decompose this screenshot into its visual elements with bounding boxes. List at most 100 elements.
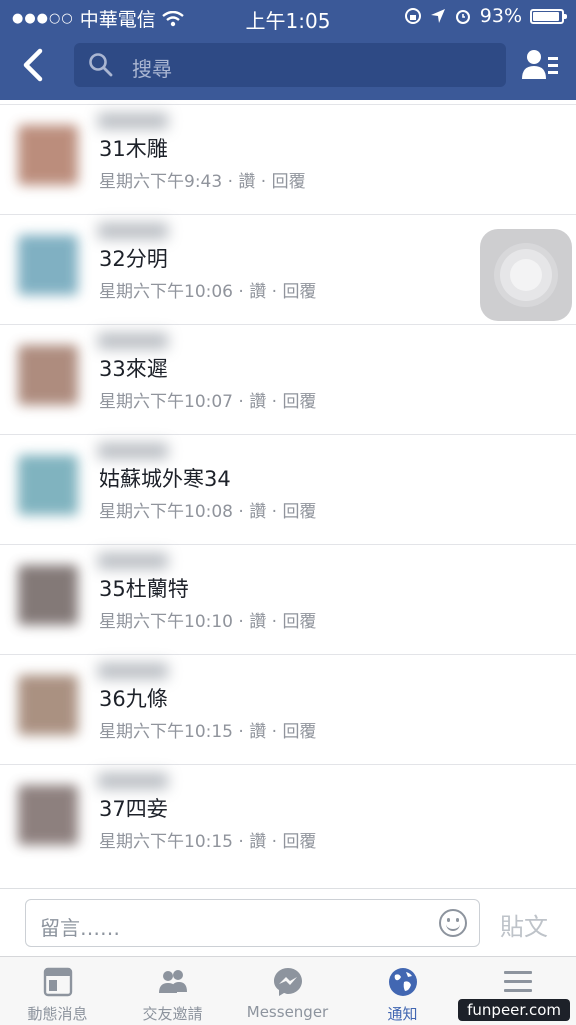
app-header: ●●●○○ 中華電信 上午1:05 93% 搜尋 xyxy=(0,0,576,100)
contacts-icon xyxy=(522,50,558,79)
tab-label: 交友邀請 xyxy=(142,1005,203,1023)
battery-icon xyxy=(530,8,567,24)
dot-separator: · xyxy=(266,392,283,412)
like-link[interactable]: 讚 xyxy=(238,172,255,192)
comment-text: 35杜蘭特 xyxy=(99,577,189,601)
reply-link[interactable]: 回覆 xyxy=(282,722,316,742)
reply-link[interactable]: 回覆 xyxy=(282,502,316,522)
comment-text: 37四妾 xyxy=(99,797,168,821)
dot-separator: · xyxy=(233,392,250,412)
avatar[interactable] xyxy=(18,125,78,185)
commenter-name-blurred[interactable] xyxy=(98,663,168,679)
search-bar[interactable]: 搜尋 xyxy=(74,43,506,87)
post-button[interactable]: 貼文 xyxy=(500,907,548,942)
reply-link[interactable]: 回覆 xyxy=(282,392,316,412)
dot-separator: · xyxy=(233,722,250,742)
avatar[interactable] xyxy=(18,345,78,405)
dot-separator: · xyxy=(222,172,239,192)
like-link[interactable]: 讚 xyxy=(249,832,266,852)
comment-timestamp: 星期六下午10:10 xyxy=(99,612,233,632)
avatar[interactable] xyxy=(18,675,78,735)
commenter-name-blurred[interactable] xyxy=(98,773,168,789)
tab-friend-requests[interactable]: 交友邀請 xyxy=(115,957,230,1025)
comment-text: 31木雕 xyxy=(99,137,168,161)
comment-row[interactable]: 姑蘇城外寒34 星期六下午10:08 · 讚 · 回覆 xyxy=(0,434,576,545)
watermark: funpeer.com xyxy=(458,999,570,1021)
reply-link[interactable]: 回覆 xyxy=(282,282,316,302)
comment-row[interactable]: 36九條星期六下午10:15 · 讚 · 回覆 xyxy=(0,654,576,765)
like-link[interactable]: 讚 xyxy=(249,612,266,632)
comment-timestamp: 星期六下午10:06 xyxy=(99,282,233,302)
reply-link[interactable]: 回覆 xyxy=(272,172,306,192)
comment-input[interactable]: 留言…… xyxy=(25,899,480,947)
tab-label: 動態消息 xyxy=(27,1005,88,1023)
commenter-name-blurred[interactable] xyxy=(98,553,168,569)
commenter-name-blurred[interactable] xyxy=(98,443,168,459)
commenter-name-blurred[interactable] xyxy=(98,223,168,239)
back-button[interactable] xyxy=(18,48,52,82)
avatar[interactable] xyxy=(18,235,78,295)
rotation-lock-icon xyxy=(404,8,421,24)
reply-link[interactable]: 回覆 xyxy=(282,832,316,852)
tab-news-feed[interactable]: 動態消息 xyxy=(0,957,115,1025)
chevron-left-icon xyxy=(23,48,43,82)
comment-meta: 星期六下午10:15 · 讚 · 回覆 xyxy=(99,717,316,742)
dot-separator: · xyxy=(266,832,283,852)
avatar[interactable] xyxy=(18,785,78,845)
emoji-icon[interactable] xyxy=(439,909,467,937)
comment-list[interactable]: 31木雕星期六下午9:43 · 讚 · 回覆 32分明星期六下午10:06 · 讚… xyxy=(0,100,576,888)
contacts-button[interactable] xyxy=(520,47,560,83)
tab-bar: 動態消息 交友邀請 Messenger 通知 更多 funpeer.com xyxy=(0,956,576,1025)
avatar[interactable] xyxy=(18,455,78,515)
commenter-name-blurred[interactable] xyxy=(98,113,168,129)
comment-row[interactable]: 35杜蘭特星期六下午10:10 · 讚 · 回覆 xyxy=(0,544,576,655)
tab-label: Messenger xyxy=(246,1003,329,1021)
assistive-touch-button[interactable] xyxy=(480,229,572,321)
location-icon xyxy=(430,9,445,23)
avatar[interactable] xyxy=(18,565,78,625)
like-link[interactable]: 讚 xyxy=(249,722,266,742)
battery-percent: 93% xyxy=(479,5,522,27)
messenger-icon xyxy=(274,968,302,996)
comment-timestamp: 星期六下午10:07 xyxy=(99,392,233,412)
dot-separator: · xyxy=(233,502,250,522)
reply-link[interactable]: 回覆 xyxy=(282,612,316,632)
comment-row[interactable]: 31木雕星期六下午9:43 · 讚 · 回覆 xyxy=(0,104,576,215)
dot-separator: · xyxy=(266,502,283,522)
alarm-icon xyxy=(455,10,470,24)
like-link[interactable]: 讚 xyxy=(249,282,266,302)
comment-text: 姑蘇城外寒34 xyxy=(99,467,231,491)
comment-placeholder: 留言…… xyxy=(40,916,120,940)
comment-row[interactable]: 37四妾星期六下午10:15 · 讚 · 回覆 xyxy=(0,764,576,875)
comment-timestamp: 星期六下午10:08 xyxy=(99,502,233,522)
comment-timestamp: 星期六下午9:43 xyxy=(99,172,223,192)
comment-meta: 星期六下午10:08 · 讚 · 回覆 xyxy=(99,497,316,522)
dot-separator: · xyxy=(233,612,250,632)
search-icon xyxy=(89,53,113,77)
commenter-name-blurred[interactable] xyxy=(98,333,168,349)
comment-meta: 星期六下午10:06 · 讚 · 回覆 xyxy=(99,277,316,302)
menu-icon xyxy=(504,971,532,992)
comment-composer: 留言…… 貼文 xyxy=(0,888,576,957)
tab-messenger[interactable]: Messenger xyxy=(230,957,345,1025)
dot-separator: · xyxy=(266,722,283,742)
comment-row[interactable]: 33來遲星期六下午10:07 · 讚 · 回覆 xyxy=(0,324,576,435)
search-placeholder: 搜尋 xyxy=(132,57,172,81)
globe-icon xyxy=(389,968,417,996)
comment-timestamp: 星期六下午10:15 xyxy=(99,832,233,852)
tab-notifications[interactable]: 通知 xyxy=(345,957,460,1025)
comment-text: 32分明 xyxy=(99,247,168,271)
like-link[interactable]: 讚 xyxy=(249,502,266,522)
tab-label: 通知 xyxy=(387,1005,418,1023)
dot-separator: · xyxy=(266,612,283,632)
dot-separator: · xyxy=(233,832,250,852)
comment-text: 36九條 xyxy=(99,687,168,711)
comment-meta: 星期六下午10:10 · 讚 · 回覆 xyxy=(99,607,316,632)
dot-separator: · xyxy=(233,282,250,302)
assistive-core-icon xyxy=(510,259,542,291)
dot-separator: · xyxy=(266,282,283,302)
status-bar: ●●●○○ 中華電信 上午1:05 93% xyxy=(0,0,576,34)
comment-text: 33來遲 xyxy=(99,357,168,381)
like-link[interactable]: 讚 xyxy=(249,392,266,412)
comment-meta: 星期六下午9:43 · 讚 · 回覆 xyxy=(99,167,306,192)
